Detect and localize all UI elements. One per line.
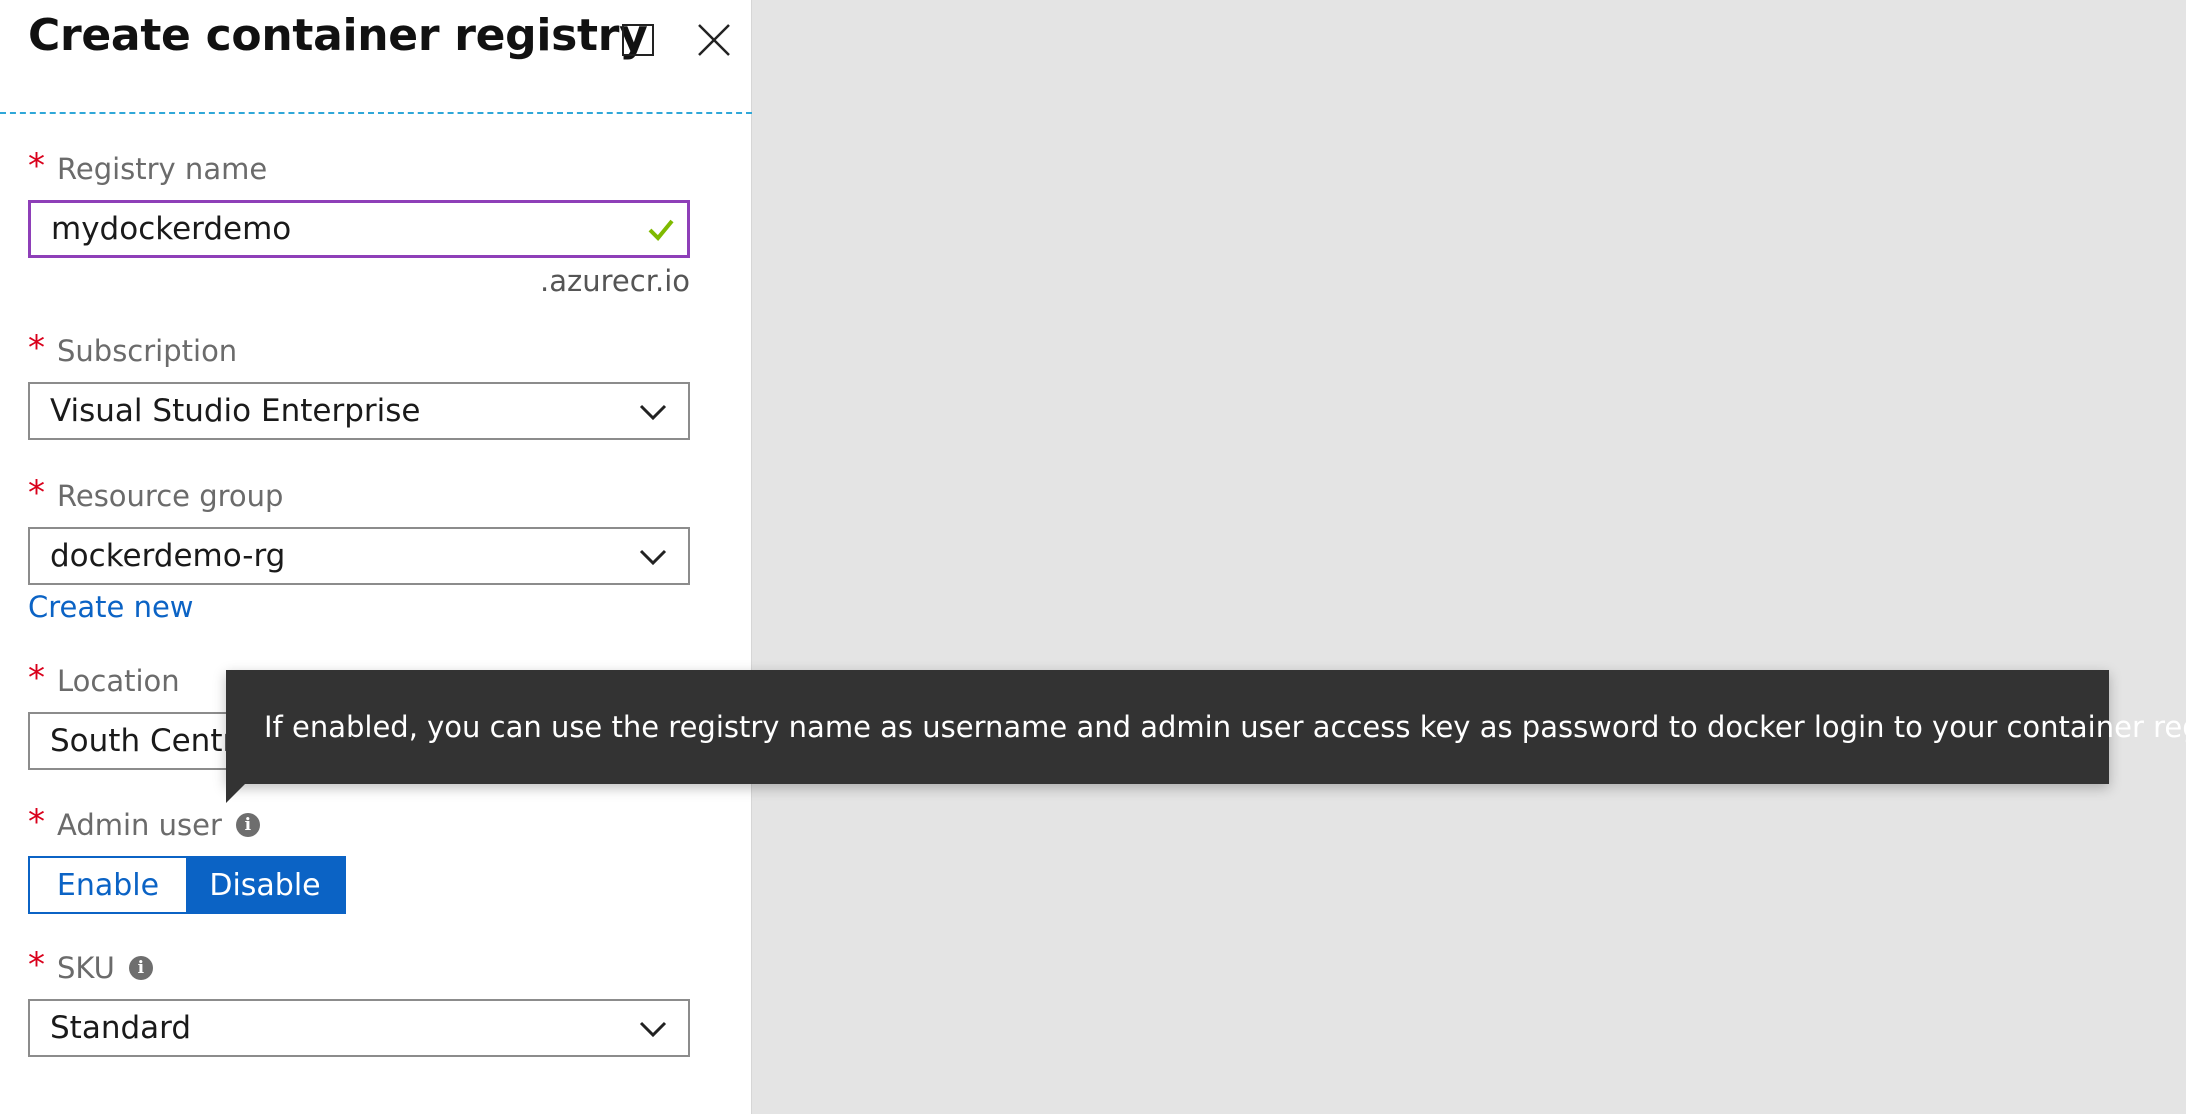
sku-label: * SKU i — [28, 945, 153, 985]
tooltip-text: If enabled, you can use the registry nam… — [264, 710, 2186, 744]
create-registry-blade: Create container registry * Registry nam… — [0, 0, 752, 1114]
chevron-down-icon — [639, 1021, 667, 1038]
registry-name-input[interactable]: mydockerdemo — [28, 200, 690, 258]
tooltip-pointer — [226, 783, 246, 803]
location-label: * Location — [28, 658, 180, 698]
valid-check-icon — [648, 219, 674, 241]
resource-group-dropdown[interactable]: dockerdemo-rg — [28, 527, 690, 585]
maximize-button[interactable] — [622, 24, 654, 56]
subscription-dropdown[interactable]: Visual Studio Enterprise — [28, 382, 690, 440]
required-marker: * — [28, 146, 45, 186]
admin-user-label: * Admin user i — [28, 802, 260, 842]
required-marker: * — [28, 658, 45, 698]
admin-user-tooltip: If enabled, you can use the registry nam… — [226, 670, 2186, 784]
registry-domain-suffix: .azurecr.io — [540, 264, 690, 298]
required-marker: * — [28, 473, 45, 513]
admin-user-label-text: Admin user — [57, 808, 222, 842]
sku-value: Standard — [50, 1010, 192, 1046]
registry-name-value: mydockerdemo — [51, 211, 292, 247]
required-marker: * — [28, 328, 45, 368]
admin-user-disable-option[interactable]: Disable — [186, 858, 344, 912]
subscription-label: * Subscription — [28, 328, 238, 368]
sku-dropdown[interactable]: Standard — [28, 999, 690, 1057]
subscription-value: Visual Studio Enterprise — [50, 393, 421, 429]
resource-group-label: * Resource group — [28, 473, 284, 513]
close-icon — [698, 24, 730, 56]
required-marker: * — [28, 945, 45, 985]
blade-title: Create container registry — [28, 10, 648, 61]
resource-group-label-text: Resource group — [57, 479, 284, 513]
location-label-text: Location — [57, 664, 180, 698]
subscription-label-text: Subscription — [57, 334, 238, 368]
info-icon[interactable]: i — [128, 956, 153, 980]
chevron-down-icon — [639, 404, 667, 421]
sku-label-text: SKU — [57, 951, 115, 985]
registry-name-label: * Registry name — [28, 146, 268, 186]
admin-user-toggle: Enable Disable — [28, 856, 346, 914]
header-divider — [0, 112, 752, 114]
chevron-down-icon — [639, 549, 667, 566]
required-marker: * — [28, 802, 45, 842]
close-button[interactable] — [696, 22, 732, 58]
resource-group-value: dockerdemo-rg — [50, 538, 286, 574]
registry-name-label-text: Registry name — [57, 152, 268, 186]
info-icon[interactable]: i — [235, 813, 260, 837]
create-new-resource-group-link[interactable]: Create new — [28, 590, 194, 624]
admin-user-enable-option[interactable]: Enable — [30, 858, 186, 912]
